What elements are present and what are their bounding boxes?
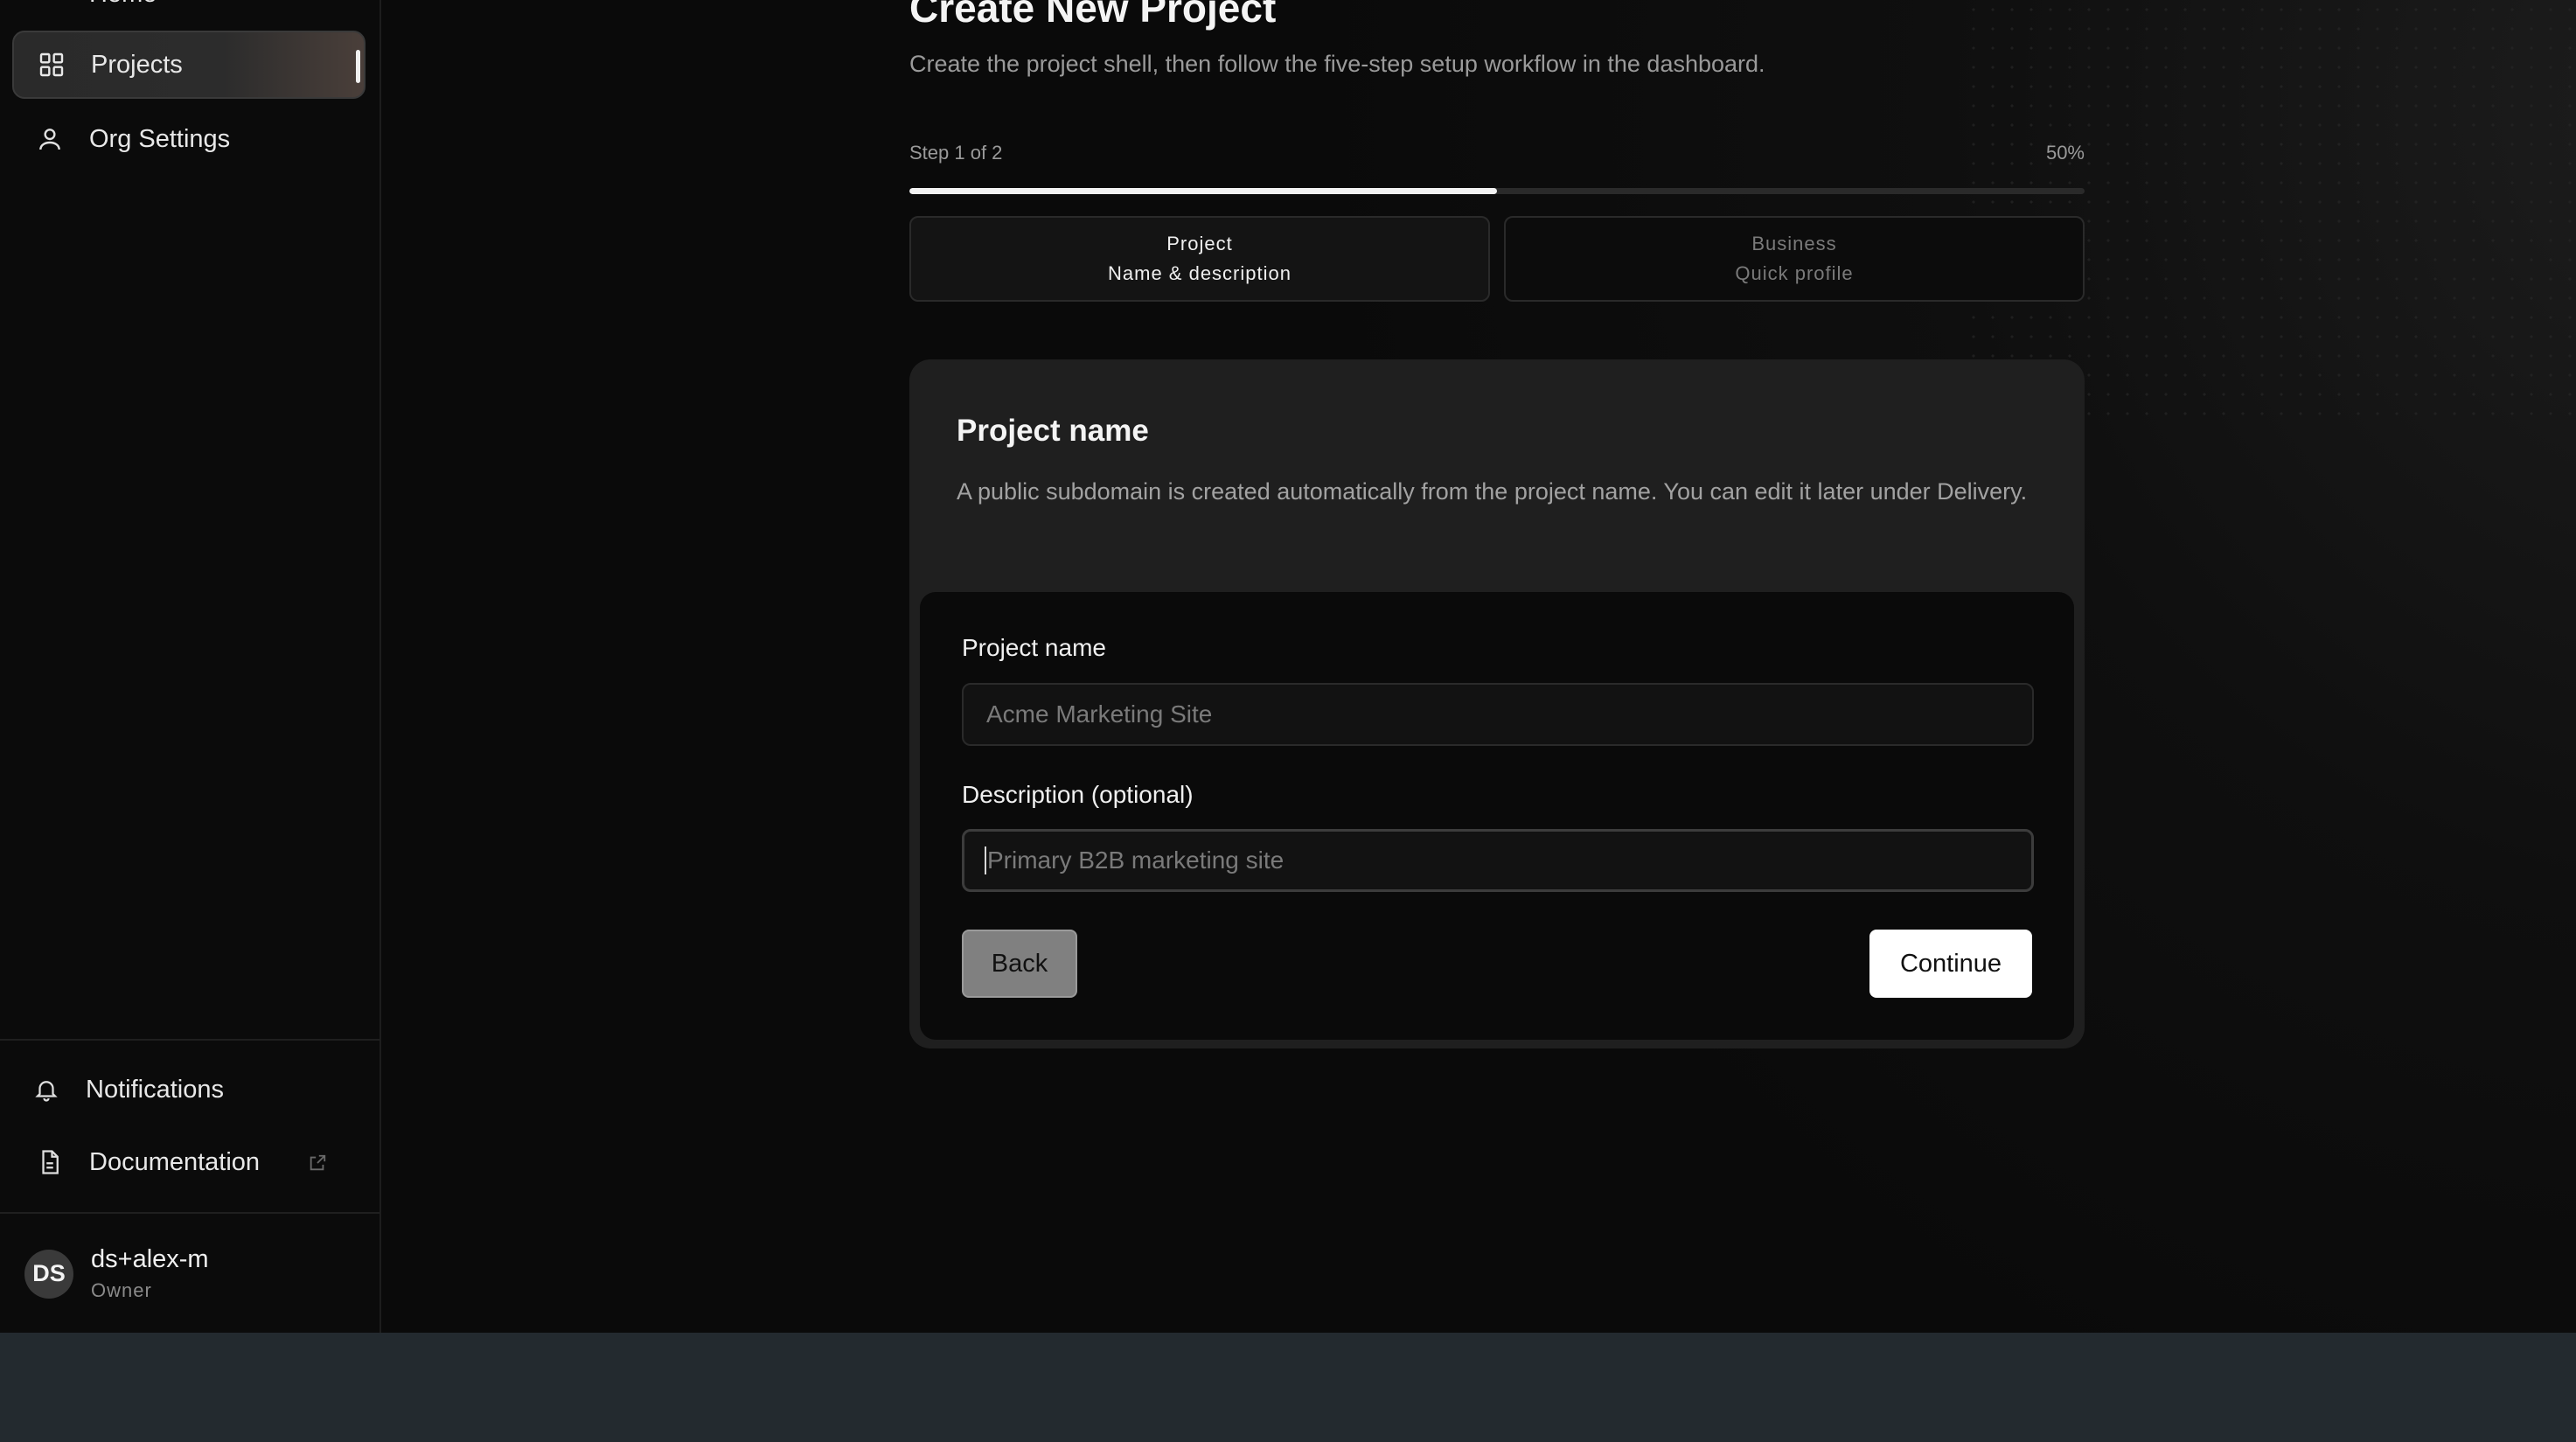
- project-name-input[interactable]: [962, 683, 2034, 746]
- sidebar-item-label: Notifications: [86, 1075, 224, 1104]
- sidebar-item-org-settings[interactable]: Org Settings: [12, 105, 366, 173]
- step-title: Business: [1751, 233, 1837, 254]
- continue-button[interactable]: Continue: [1869, 930, 2032, 998]
- grid-icon: [37, 50, 66, 80]
- sidebar-item-home[interactable]: Home: [35, 0, 157, 9]
- user-name: ds+alex-m: [91, 1245, 209, 1273]
- back-button[interactable]: Back: [962, 930, 1077, 998]
- sidebar-item-label: Projects: [91, 50, 183, 79]
- form-panel: Project name Description (optional) Back…: [920, 592, 2074, 1040]
- bottom-bar: [0, 1333, 2576, 1442]
- sidebar-item-label: Documentation: [89, 1147, 261, 1176]
- card-title: Project name: [957, 414, 1149, 448]
- step-subtitle: Name & description: [1108, 262, 1291, 284]
- step-counter: Step 1 of 2: [909, 142, 1003, 164]
- text-caret: [985, 846, 986, 874]
- description-label: Description (optional): [962, 781, 1194, 808]
- home-icon: [35, 0, 65, 9]
- sidebar-item-projects[interactable]: Projects: [12, 31, 366, 99]
- step-title: Project: [1166, 233, 1233, 254]
- user-icon: [35, 124, 65, 154]
- sidebar-item-label: Org Settings: [89, 124, 231, 153]
- sidebar-item-documentation[interactable]: Documentation: [12, 1128, 366, 1196]
- external-link-icon: [308, 1151, 327, 1171]
- card-description: A public subdomain is created automatica…: [957, 478, 2028, 505]
- progress-percent: 50%: [2045, 142, 2085, 164]
- sidebar-item-label: Home: [89, 0, 157, 9]
- sidebar: Home Projects Org Settings Notifications: [0, 0, 381, 1333]
- progress-fill: [909, 188, 1497, 194]
- page-subtitle: Create the project shell, then follow th…: [909, 51, 1765, 77]
- description-input[interactable]: [962, 829, 2034, 892]
- tab-project[interactable]: Project Name & description: [909, 216, 1490, 302]
- app-window: Home Projects Org Settings Notifications: [0, 0, 2576, 1333]
- avatar: DS: [24, 1249, 73, 1299]
- bell-icon: [31, 1075, 61, 1104]
- tab-business[interactable]: Business Quick profile: [1504, 216, 2085, 302]
- user-role: Owner: [91, 1279, 152, 1301]
- sidebar-item-notifications[interactable]: Notifications: [12, 1055, 366, 1124]
- project-name-card: Project name A public subdomain is creat…: [909, 359, 2085, 1048]
- project-name-label: Project name: [962, 634, 1106, 661]
- sidebar-divider: [0, 1212, 379, 1214]
- document-icon: [35, 1147, 65, 1177]
- progress-bar: [909, 188, 2085, 194]
- dot-pattern: [1964, 0, 2576, 420]
- page-title: Create New Project: [909, 0, 1277, 31]
- step-subtitle: Quick profile: [1735, 262, 1854, 284]
- user-profile[interactable]: DS ds+alex-m Owner: [24, 1245, 209, 1302]
- sidebar-divider: [0, 1039, 379, 1041]
